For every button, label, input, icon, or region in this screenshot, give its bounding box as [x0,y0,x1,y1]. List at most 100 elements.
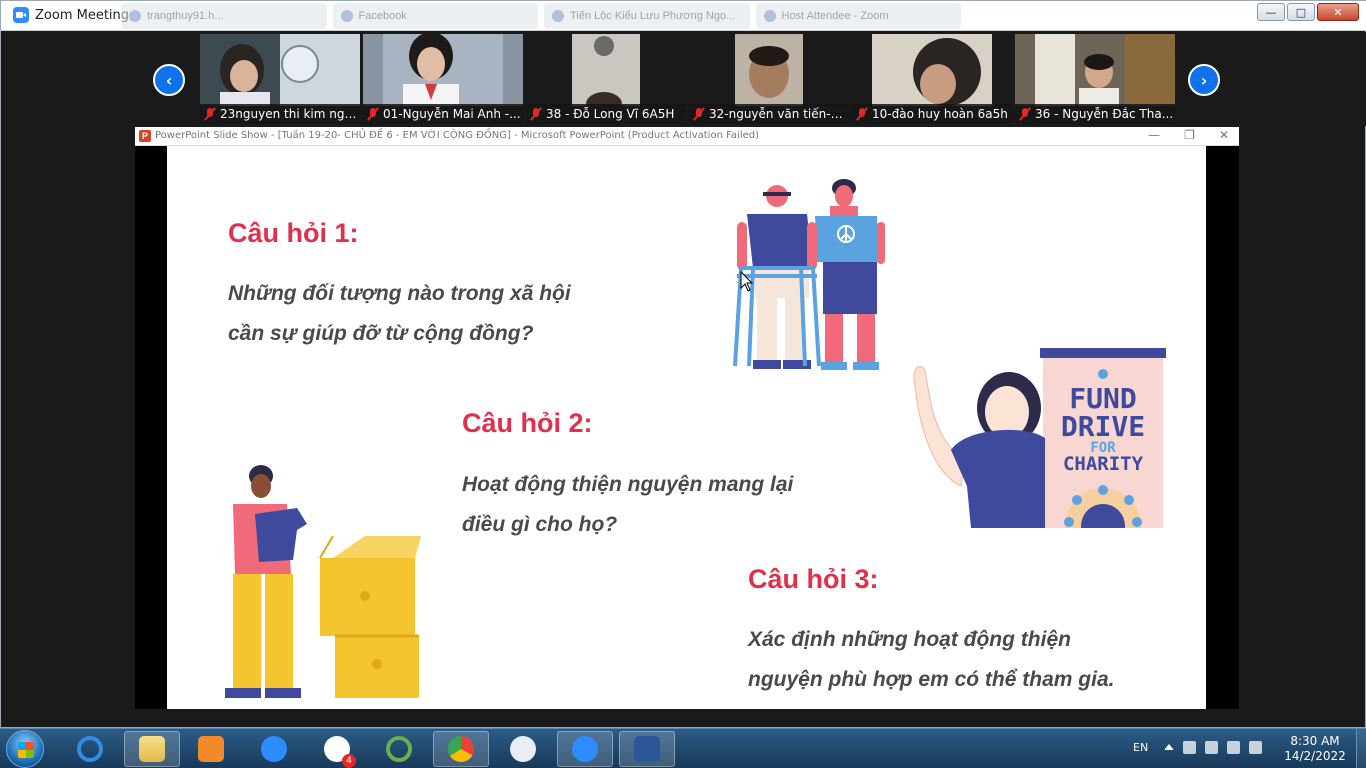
zoom-window-controls: — □ ✕ [1257,3,1359,21]
background-browser-tabs: trangthuy91.h... Facebook Tiến Lộc Kiểu … [121,3,961,29]
system-clock[interactable]: 8:30 AM 14/2/2022 [1283,734,1347,764]
word-icon [634,736,660,762]
mic-muted-icon [204,107,216,121]
powerpoint-icon: P [139,130,151,142]
fund-drive-illustration: FUND DRIVE FOR CHARITY [913,348,1166,528]
participant-video [1015,34,1175,106]
windows-taskbar: 4 EN 8:30 AM 14/2/2022 [0,728,1366,768]
tab-favicon-icon [763,10,776,22]
minimize-button[interactable]: — [1257,3,1285,21]
taskbar-snipping-tool[interactable] [495,731,551,767]
poster-line-4: CHARITY [1063,453,1144,475]
elder-helper-illustration [733,179,885,370]
participant-name: 36 - Nguyễn Đắc Tha... [1035,107,1174,121]
participant-video [689,34,849,106]
taskbar-zoom[interactable] [246,731,302,767]
action-center-flag-icon[interactable] [1183,741,1196,754]
taskbar-zoom-meeting[interactable] [557,731,613,767]
participant-video [852,34,1012,106]
ppt-close-button[interactable]: ✕ [1219,128,1229,142]
participant-tile[interactable]: 23nguyen thi kim nga... [200,34,360,124]
participant-namebar: 01-Nguyễn Mai Anh -... [363,104,523,124]
chrome-icon [448,736,474,762]
battery-icon[interactable] [1205,741,1218,754]
close-button[interactable]: ✕ [1317,3,1359,21]
show-desktop-button[interactable] [1356,729,1366,768]
mic-muted-icon [1019,107,1031,121]
system-tray [1164,741,1262,754]
powerpoint-window-title: PowerPoint Slide Show - [Tuần 19-20- CHỦ… [155,130,760,141]
zoom-icon [261,736,287,762]
powerpoint-window: P PowerPoint Slide Show - [Tuần 19-20- C… [135,127,1239,709]
clock-time: 8:30 AM [1290,734,1340,748]
maximize-button[interactable]: □ [1287,3,1315,21]
participant-namebar: 32-nguyễn văn tiến-6... [689,104,849,124]
participant-tile[interactable]: 36 - Nguyễn Đắc Tha... [1015,34,1175,124]
ppt-restore-button[interactable]: ❐ [1184,128,1195,142]
volume-icon[interactable] [1249,741,1262,754]
network-signal-icon[interactable] [1227,741,1240,754]
browser-tab[interactable]: Facebook [332,3,538,29]
mic-muted-icon [693,107,705,121]
participant-name: 23nguyen thi kim nga... [220,107,360,121]
coccoc-browser-icon [386,736,412,762]
participant-tile[interactable]: 32-nguyễn văn tiến-6... [689,34,849,124]
browser-tab[interactable]: Tiến Lộc Kiểu Lưu Phương Ngọ... [544,3,750,29]
question-2-body: Hoạt động thiện nguyện mang lại điều gì … [462,465,793,545]
taskbar-zalo[interactable]: 4 [309,731,365,768]
tab-favicon-icon [552,10,564,22]
taskbar-coccoc[interactable] [371,731,427,767]
participant-tile[interactable]: 10-đào huy hoàn 6a5h [852,34,1012,124]
language-indicator[interactable]: EN [1133,741,1148,754]
ppt-minimize-button[interactable]: — [1148,128,1160,142]
mic-muted-icon [530,107,542,121]
poster-line-2: DRIVE [1061,410,1145,443]
folder-icon [139,736,165,762]
question-2-title: Câu hỏi 2: [462,408,593,438]
browser-tab[interactable]: Host Attendee - Zoom [755,3,961,29]
powerpoint-titlebar: P PowerPoint Slide Show - [Tuần 19-20- C… [135,127,1239,146]
zoom-window: Zoom Meeting trangthuy91.h... Facebook T… [0,0,1366,728]
taskbar-media-player[interactable] [183,731,239,767]
participant-video [526,34,686,106]
participant-strip: ‹ 23nguyen thi kim nga... 01-Nguyễn Mai … [1,32,1366,126]
question-3-title: Câu hỏi 3: [748,564,879,594]
taskbar-chrome[interactable] [433,731,489,767]
zoom-titlebar: Zoom Meeting trangthuy91.h... Facebook T… [1,1,1366,31]
next-page-button[interactable]: › [1188,64,1220,96]
question-2-line-1: Hoạt động thiện nguyện mang lại [462,473,794,496]
previous-page-button[interactable]: ‹ [153,64,185,96]
participant-name: 38 - Đỗ Long Vĩ 6A5H [546,107,675,121]
clock-date: 14/2/2022 [1284,749,1346,763]
zalo-icon: 4 [324,736,356,768]
participant-video [363,34,523,106]
zoom-window-title: Zoom Meeting [35,7,130,23]
zoom-title-area: Zoom Meeting [13,7,129,23]
question-2-line-2: điều gì cho họ? [462,513,618,536]
participant-tile[interactable]: 01-Nguyễn Mai Anh -... [363,34,523,124]
participant-namebar: 38 - Đỗ Long Vĩ 6A5H [526,104,686,124]
participant-name: 32-nguyễn văn tiến-6... [709,107,849,121]
zoom-app-icon [13,7,29,23]
zoom-meeting-icon [572,736,598,762]
tab-favicon-icon [129,10,141,22]
slide: Câu hỏi 1: Những đối tượng nào trong xã … [167,146,1206,709]
taskbar-word[interactable] [619,731,675,767]
internet-explorer-icon [77,736,103,762]
taskbar-internet-explorer[interactable] [62,731,118,767]
zalo-notification-badge: 4 [342,754,356,768]
media-player-icon [198,736,224,762]
mic-muted-icon [856,107,868,121]
powerpoint-window-controls: — ❐ ✕ [1148,128,1229,142]
question-3-line-2: nguyện phù hợp em có thể tham gia. [748,668,1115,691]
taskbar-file-explorer[interactable] [124,731,180,767]
question-1-line-2: cần sự giúp đỡ từ cộng đồng? [228,322,534,345]
question-3-line-1: Xác định những hoạt động thiện [748,628,1071,651]
question-3-body: Xác định những hoạt động thiện nguyện ph… [748,620,1114,700]
browser-tab[interactable]: trangthuy91.h... [121,3,327,29]
participant-namebar: 23nguyen thi kim nga... [200,104,360,124]
show-hidden-icons-icon[interactable] [1164,744,1174,750]
start-button[interactable] [6,730,44,768]
question-1-body: Những đối tượng nào trong xã hội cần sự … [228,274,571,354]
participant-tile[interactable]: 38 - Đỗ Long Vĩ 6A5H [526,34,686,124]
